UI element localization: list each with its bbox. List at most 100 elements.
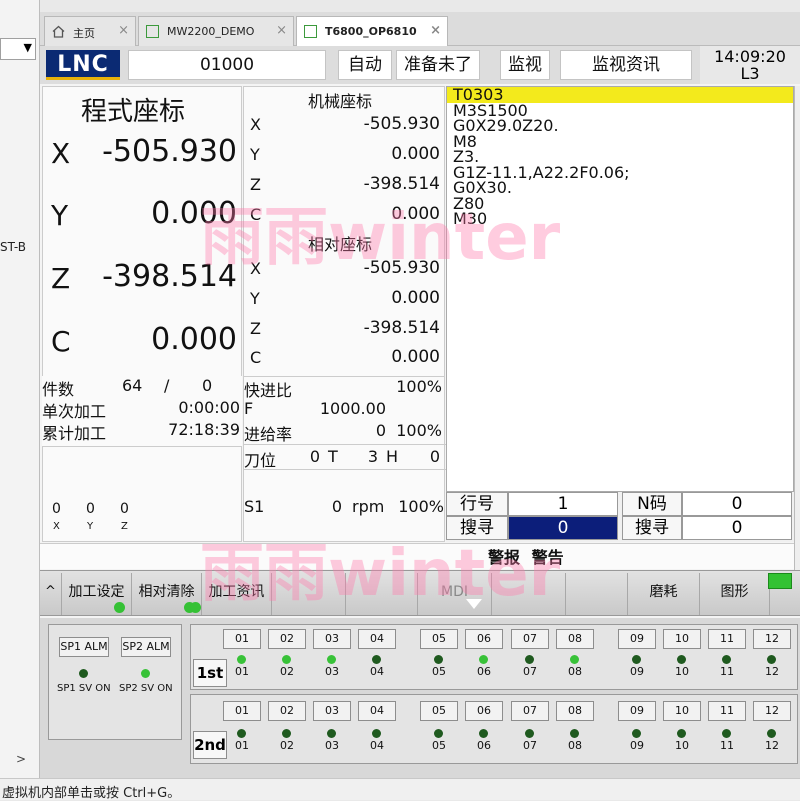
softkey-empty[interactable]: [492, 573, 566, 615]
total-cycle-label: 累计加工: [42, 424, 107, 443]
sp1-sv-label: SP1 SV ON: [57, 683, 111, 694]
io-button-11[interactable]: 11: [708, 701, 746, 721]
program-number: 01000: [128, 50, 326, 80]
io-led-icon: [767, 729, 776, 738]
led-indicator-icon: [114, 602, 125, 613]
io-led-icon: [327, 655, 336, 664]
io-number-label: 08: [568, 739, 582, 752]
tab-mw2200-demo[interactable]: MW2200_DEMO ×: [138, 16, 294, 46]
io-button-12[interactable]: 12: [753, 629, 791, 649]
program-line[interactable]: G0X29.0Z20.: [447, 118, 793, 134]
io-button-01[interactable]: 01: [223, 701, 261, 721]
scroll-right-icon[interactable]: >: [16, 752, 26, 766]
tool-t-value: 3: [367, 447, 378, 466]
spindle-speed: 0: [331, 497, 342, 516]
tool-t-label: T: [328, 447, 338, 466]
io-button-02[interactable]: 02: [268, 701, 306, 721]
program-line[interactable]: M30: [447, 211, 793, 227]
parts-count: 64: [122, 376, 143, 395]
search-line-input[interactable]: 0: [508, 516, 618, 540]
io-button-06[interactable]: 06: [465, 701, 503, 721]
machine-x-value: -505.930: [363, 114, 440, 134]
feed-f-value: 1000.00: [319, 399, 386, 418]
sp2-alarm-button[interactable]: SP2 ALM: [121, 637, 171, 657]
alarm-warning-labels: 警报 警告: [488, 544, 564, 568]
io-button-08[interactable]: 08: [556, 701, 594, 721]
mode-indicator: 自动: [338, 50, 392, 80]
spindle-label: S1: [244, 497, 265, 516]
right-scroll-strip[interactable]: [794, 86, 800, 576]
sp1-alarm-button[interactable]: SP1 ALM: [59, 637, 109, 657]
io-led-icon: [434, 655, 443, 664]
softkey-empty[interactable]: [272, 573, 346, 615]
io-button-05[interactable]: 05: [420, 629, 458, 649]
machining-info-button[interactable]: 加工资讯: [190, 573, 272, 615]
program-line[interactable]: Z80: [447, 195, 793, 212]
host-dropdown[interactable]: ▼: [0, 38, 36, 60]
axis-label-y: Y: [51, 199, 69, 232]
sp2-sv-label: SP2 SV ON: [119, 683, 173, 694]
softkey-label: MDI: [441, 584, 468, 600]
clock-time: 14:09:20: [714, 47, 786, 66]
mini-y-label: Y: [87, 521, 94, 532]
io-button-10[interactable]: 10: [663, 629, 701, 649]
io-button-04[interactable]: 04: [358, 701, 396, 721]
line-search-panel: 行号 1 N码 0 搜寻 0 搜寻 0: [446, 492, 794, 542]
io-button-06[interactable]: 06: [465, 629, 503, 649]
io-button-12[interactable]: 12: [753, 701, 791, 721]
ready-status: 准备未了: [396, 50, 480, 80]
io-button-03[interactable]: 03: [313, 629, 351, 649]
io-led-icon: [570, 729, 579, 738]
softkey-back-button[interactable]: ^: [40, 573, 62, 615]
close-icon[interactable]: ×: [276, 23, 287, 38]
tool-label: 刀位: [244, 451, 277, 470]
row-tag-1st: 1st: [193, 659, 227, 687]
n-code-value: 0: [682, 492, 792, 516]
alarm-label[interactable]: 警报: [488, 548, 520, 567]
search-n-input[interactable]: 0: [682, 516, 792, 540]
softkey-empty[interactable]: [346, 573, 418, 615]
io-led-icon: [677, 655, 686, 664]
wear-button[interactable]: 磨耗: [628, 573, 700, 615]
io-button-09[interactable]: 09: [618, 629, 656, 649]
parts-separator: /: [164, 376, 170, 395]
softkey-empty[interactable]: [566, 573, 628, 615]
io-button-11[interactable]: 11: [708, 629, 746, 649]
graphics-button[interactable]: 图形: [700, 573, 770, 615]
io-button-09[interactable]: 09: [618, 701, 656, 721]
io-button-01[interactable]: 01: [223, 629, 261, 649]
io-button-08[interactable]: 08: [556, 629, 594, 649]
tab-home[interactable]: 主页 ×: [44, 16, 136, 46]
caret-down-icon[interactable]: [466, 599, 482, 609]
io-number-label: 07: [523, 739, 537, 752]
machine-relative-coordinates: 机械座标 X -505.930 Y 0.000 Z -398.514 C 0.0…: [243, 86, 445, 414]
sp1-led-icon: [79, 669, 88, 678]
io-led-icon: [434, 729, 443, 738]
close-icon[interactable]: ×: [118, 23, 129, 38]
io-button-03[interactable]: 03: [313, 701, 351, 721]
axis-label-z: Z: [250, 175, 261, 194]
io-button-10[interactable]: 10: [663, 701, 701, 721]
machining-setup-button[interactable]: 加工设定: [62, 573, 132, 615]
mini-z-label: Z: [121, 521, 128, 532]
io-number-label: 01: [235, 665, 249, 678]
io-led-icon: [479, 729, 488, 738]
program-line[interactable]: G0X30.: [447, 180, 793, 196]
io-button-07[interactable]: 07: [511, 629, 549, 649]
io-button-07[interactable]: 07: [511, 701, 549, 721]
io-row-2nd: 2nd 01 01 02 02 03 03 04 04 05 05 06 06 07 07 08 08 09 09…: [190, 694, 798, 764]
program-line[interactable]: M8: [447, 133, 793, 150]
warning-label[interactable]: 警告: [532, 548, 564, 567]
nc-program-view[interactable]: T0303 M3S1500 G0X29.0Z20. M8 Z3. G1Z-11.…: [446, 86, 794, 492]
machine-c-value: 0.000: [391, 204, 440, 224]
io-number-label: 04: [370, 739, 384, 752]
close-icon[interactable]: ×: [430, 23, 441, 38]
io-number-label: 06: [477, 739, 491, 752]
io-button-05[interactable]: 05: [420, 701, 458, 721]
machine-y-value: 0.000: [391, 144, 440, 164]
io-button-04[interactable]: 04: [358, 629, 396, 649]
rapid-override-label: 快进比: [244, 381, 293, 400]
tab-t6800-op6810[interactable]: T6800_OP6810 ×: [296, 16, 448, 47]
io-number-label: 02: [280, 665, 294, 678]
io-button-02[interactable]: 02: [268, 629, 306, 649]
